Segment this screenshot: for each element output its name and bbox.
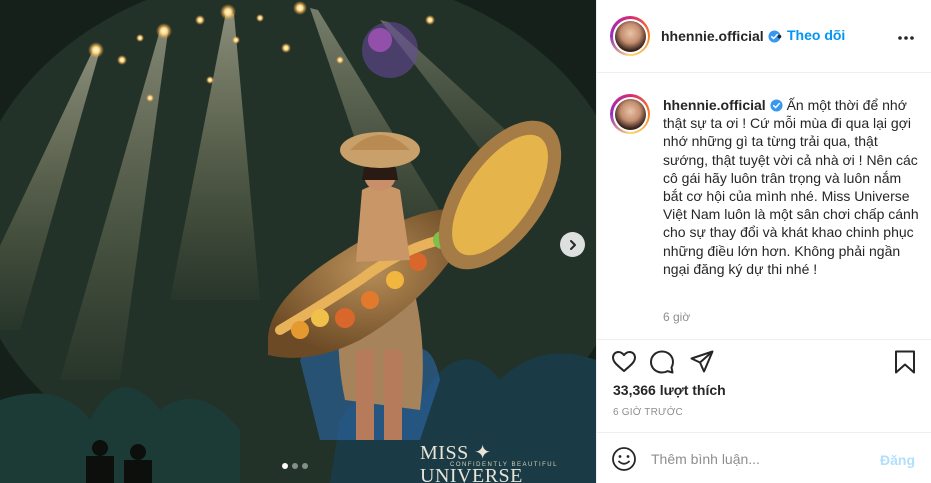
smiley-icon[interactable] (611, 446, 637, 472)
verified-badge-icon (770, 99, 783, 112)
avatar[interactable] (610, 16, 650, 56)
caption-time: 6 giờ (663, 310, 691, 324)
comment-bubble-icon[interactable] (649, 349, 675, 375)
caption-text: hhennie.official Ấn một thời để nhớ thật… (663, 96, 921, 278)
caption-body: Ấn một thời để nhớ thật sự ta ơi ! Cứ mỗ… (663, 97, 919, 277)
chevron-right-icon (569, 239, 576, 250)
post-photo[interactable]: MISS ✦ UNIVERSE CONFIDENTLY BEAUTIFUL (0, 0, 596, 483)
paper-plane-icon[interactable] (689, 349, 715, 375)
caption-section: hhennie.official Ấn một thời để nhớ thật… (597, 74, 931, 340)
watermark-tagline: CONFIDENTLY BEAUTIFUL (450, 462, 558, 468)
post-timestamp[interactable]: 6 GIỜ TRƯỚC (613, 407, 683, 418)
follow-button[interactable]: Theo dõi (787, 27, 845, 43)
separator-dot: • (777, 28, 782, 44)
carousel-dot-active (282, 463, 288, 469)
stage-photo-illustration (0, 0, 596, 483)
avatar-frame (612, 18, 648, 54)
avatar-image (614, 98, 646, 130)
instagram-post: MISS ✦ UNIVERSE CONFIDENTLY BEAUTIFUL hh… (0, 0, 931, 483)
bookmark-icon[interactable] (892, 349, 918, 375)
comment-bar: Đăng (597, 432, 931, 483)
username-link[interactable]: hhennie.official (661, 28, 781, 44)
caption-avatar[interactable] (610, 94, 650, 134)
caption-username[interactable]: hhennie.official (663, 97, 766, 113)
post-header: hhennie.official • Theo dõi (597, 0, 931, 73)
carousel-dot (302, 463, 308, 469)
likes-count[interactable]: 33,366 lượt thích (613, 382, 726, 398)
carousel-indicator (282, 463, 308, 469)
next-slide-button[interactable] (560, 232, 585, 257)
username-text: hhennie.official (661, 28, 764, 44)
action-bar (597, 341, 931, 381)
post-comment-button[interactable]: Đăng (880, 452, 915, 468)
avatar-image (614, 20, 646, 52)
more-options-icon[interactable] (896, 28, 916, 48)
post-side-panel: hhennie.official • Theo dõi hhennie.offi… (596, 0, 931, 483)
heart-icon[interactable] (611, 349, 637, 375)
comment-input[interactable] (651, 447, 851, 471)
avatar-frame (612, 96, 648, 132)
carousel-dot (292, 463, 298, 469)
